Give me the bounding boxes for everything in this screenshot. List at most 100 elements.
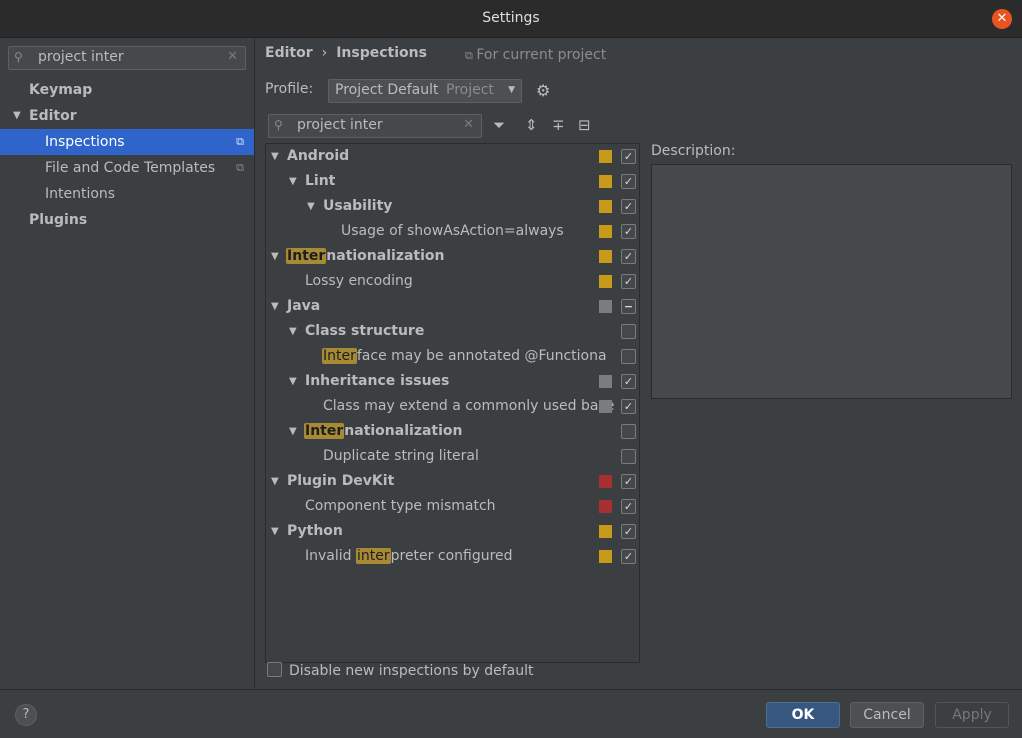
collapse-all-icon[interactable]: ∓ <box>552 116 565 134</box>
tree-row-usage-of-showasaction[interactable]: Usage of showAsAction=always ✓ <box>266 219 639 244</box>
dialog-footer: ? OK Cancel Apply <box>0 689 1022 738</box>
expand-arrow-icon[interactable]: ▼ <box>271 294 279 319</box>
tree-row-invalid-interpreter[interactable]: Invalid interpreter configured ✓ <box>266 544 639 569</box>
reset-icon[interactable]: ⊟ <box>578 116 591 134</box>
inspection-checkbox[interactable]: ✓ <box>621 149 636 164</box>
scope-label-text: For current project <box>476 47 607 63</box>
inspection-checkbox[interactable]: ✓ <box>621 374 636 389</box>
settings-search-input[interactable]: ⚲ project inter ✕ <box>8 46 246 70</box>
expand-arrow-icon[interactable]: ▼ <box>289 369 297 394</box>
inspection-tree[interactable]: ▼ Android ✓ ▼ Lint ✓ ▼ Usability ✓ Usage… <box>265 143 640 663</box>
tree-row-label: Lossy encoding <box>305 273 413 289</box>
tree-row-interface-may-be-annotated[interactable]: Interface may be annotated @Functiona <box>266 344 639 369</box>
inspection-checkbox[interactable]: ✓ <box>621 399 636 414</box>
inspection-checkbox[interactable] <box>621 324 636 339</box>
sidebar-item-label: File and Code Templates <box>45 160 216 176</box>
inspection-checkbox[interactable]: ✓ <box>621 524 636 539</box>
sidebar-item-keymap[interactable]: Keymap <box>0 77 254 103</box>
checkbox-icon[interactable] <box>267 662 282 677</box>
tree-row-component-type-mismatch[interactable]: Component type mismatch ✓ <box>266 494 639 519</box>
expand-arrow-icon[interactable]: ▼ <box>271 144 279 169</box>
inspection-checkbox[interactable] <box>621 424 636 439</box>
inspection-checkbox[interactable] <box>621 349 636 364</box>
severity-warning-icon <box>599 525 612 538</box>
sidebar-item-label: Keymap <box>29 82 93 98</box>
tree-row-inheritance-issues[interactable]: ▼ Inheritance issues ✓ <box>266 369 639 394</box>
inspection-search-input[interactable]: ⚲ project inter ✕ <box>268 114 482 138</box>
project-scope-icon: ⧉ <box>465 49 477 62</box>
sidebar-item-inspections[interactable]: Inspections ⧉ <box>0 129 254 155</box>
settings-search-value[interactable]: project inter <box>38 49 124 65</box>
scope-label: ⧉ For current project <box>465 47 606 63</box>
sidebar-item-label: Plugins <box>29 212 88 228</box>
help-button[interactable]: ? <box>15 704 37 726</box>
filter-icon[interactable]: ⏷ <box>493 116 505 134</box>
inspection-checkbox[interactable]: ✓ <box>621 249 636 264</box>
sidebar-item-editor[interactable]: ▼ Editor <box>0 103 254 129</box>
inspection-checkbox-partial[interactable]: − <box>621 299 636 314</box>
inspection-checkbox[interactable]: ✓ <box>621 174 636 189</box>
severity-warning-icon <box>599 275 612 288</box>
inspection-search-value[interactable]: project inter <box>297 117 383 133</box>
severity-weak-warning-icon <box>599 300 612 313</box>
tree-row-label: Usage of showAsAction=always <box>341 223 564 239</box>
sidebar-item-intentions[interactable]: Intentions <box>0 181 254 207</box>
expand-arrow-icon[interactable]: ▼ <box>289 169 297 194</box>
breadcrumb: Editor › Inspections <box>265 45 427 61</box>
tree-row-lint[interactable]: ▼ Lint ✓ <box>266 169 639 194</box>
expand-arrow-icon[interactable]: ▼ <box>13 103 21 129</box>
expand-arrow-icon[interactable]: ▼ <box>289 419 297 444</box>
breadcrumb-editor[interactable]: Editor <box>265 45 313 61</box>
clear-icon[interactable]: ✕ <box>227 49 238 64</box>
tree-row-label: Component type mismatch <box>305 498 496 514</box>
tree-row-label: Interface may be annotated @Functiona <box>322 348 607 364</box>
expand-arrow-icon[interactable]: ▼ <box>289 319 297 344</box>
cancel-button[interactable]: Cancel <box>850 702 924 728</box>
severity-warning-icon <box>599 550 612 563</box>
apply-button[interactable]: Apply <box>935 702 1009 728</box>
profile-dropdown[interactable]: Project Default Project ▼ <box>328 79 522 103</box>
inspection-checkbox[interactable]: ✓ <box>621 199 636 214</box>
tree-row-label: Lint <box>305 173 336 189</box>
ok-button[interactable]: OK <box>766 702 840 728</box>
inspection-checkbox[interactable]: ✓ <box>621 274 636 289</box>
tree-row-internationalization[interactable]: ▼ Internationalization ✓ <box>266 244 639 269</box>
severity-weak-warning-icon <box>599 375 612 388</box>
close-icon[interactable]: ✕ <box>992 9 1012 29</box>
expand-arrow-icon[interactable]: ▼ <box>307 194 315 219</box>
title-bar: Settings ✕ <box>0 0 1022 38</box>
breadcrumb-separator-icon: › <box>321 45 328 61</box>
inspections-panel: Editor › Inspections ⧉ For current project… <box>255 38 1022 688</box>
sidebar-item-file-and-code-templates[interactable]: File and Code Templates ⧉ <box>0 155 254 181</box>
severity-weak-warning-icon <box>599 400 612 413</box>
clear-icon[interactable]: ✕ <box>463 117 474 132</box>
tree-row-plugin-devkit[interactable]: ▼ Plugin DevKit ✓ <box>266 469 639 494</box>
tree-row-lossy-encoding[interactable]: Lossy encoding ✓ <box>266 269 639 294</box>
expand-arrow-icon[interactable]: ▼ <box>271 244 279 269</box>
sidebar-item-plugins[interactable]: Plugins <box>0 207 254 233</box>
tree-row-android[interactable]: ▼ Android ✓ <box>266 144 639 169</box>
sidebar-item-label: Intentions <box>45 186 116 202</box>
inspection-checkbox[interactable]: ✓ <box>621 224 636 239</box>
tree-row-duplicate-string-literal[interactable]: Duplicate string literal <box>266 444 639 469</box>
tree-row-class-may-extend[interactable]: Class may extend a commonly used base ✓ <box>266 394 639 419</box>
tree-row-label: Usability <box>323 198 393 214</box>
window-title: Settings <box>482 10 540 26</box>
tree-row-class-structure[interactable]: ▼ Class structure <box>266 319 639 344</box>
expand-arrow-icon[interactable]: ▼ <box>271 469 279 494</box>
expand-arrow-icon[interactable]: ▼ <box>271 519 279 544</box>
tree-row-java-internationalization[interactable]: ▼ Internationalization <box>266 419 639 444</box>
expand-all-icon[interactable]: ⇕ <box>525 116 538 134</box>
severity-error-icon <box>599 500 612 513</box>
tree-row-usability[interactable]: ▼ Usability ✓ <box>266 194 639 219</box>
tree-row-java[interactable]: ▼ Java − <box>266 294 639 319</box>
gear-icon[interactable]: ⚙ <box>536 81 550 100</box>
disable-new-inspections-checkbox[interactable]: Disable new inspections by default <box>267 662 533 679</box>
tree-row-python[interactable]: ▼ Python ✓ <box>266 519 639 544</box>
inspection-checkbox[interactable]: ✓ <box>621 474 636 489</box>
inspection-checkbox[interactable] <box>621 449 636 464</box>
severity-warning-icon <box>599 250 612 263</box>
severity-error-icon <box>599 475 612 488</box>
inspection-checkbox[interactable]: ✓ <box>621 499 636 514</box>
inspection-checkbox[interactable]: ✓ <box>621 549 636 564</box>
